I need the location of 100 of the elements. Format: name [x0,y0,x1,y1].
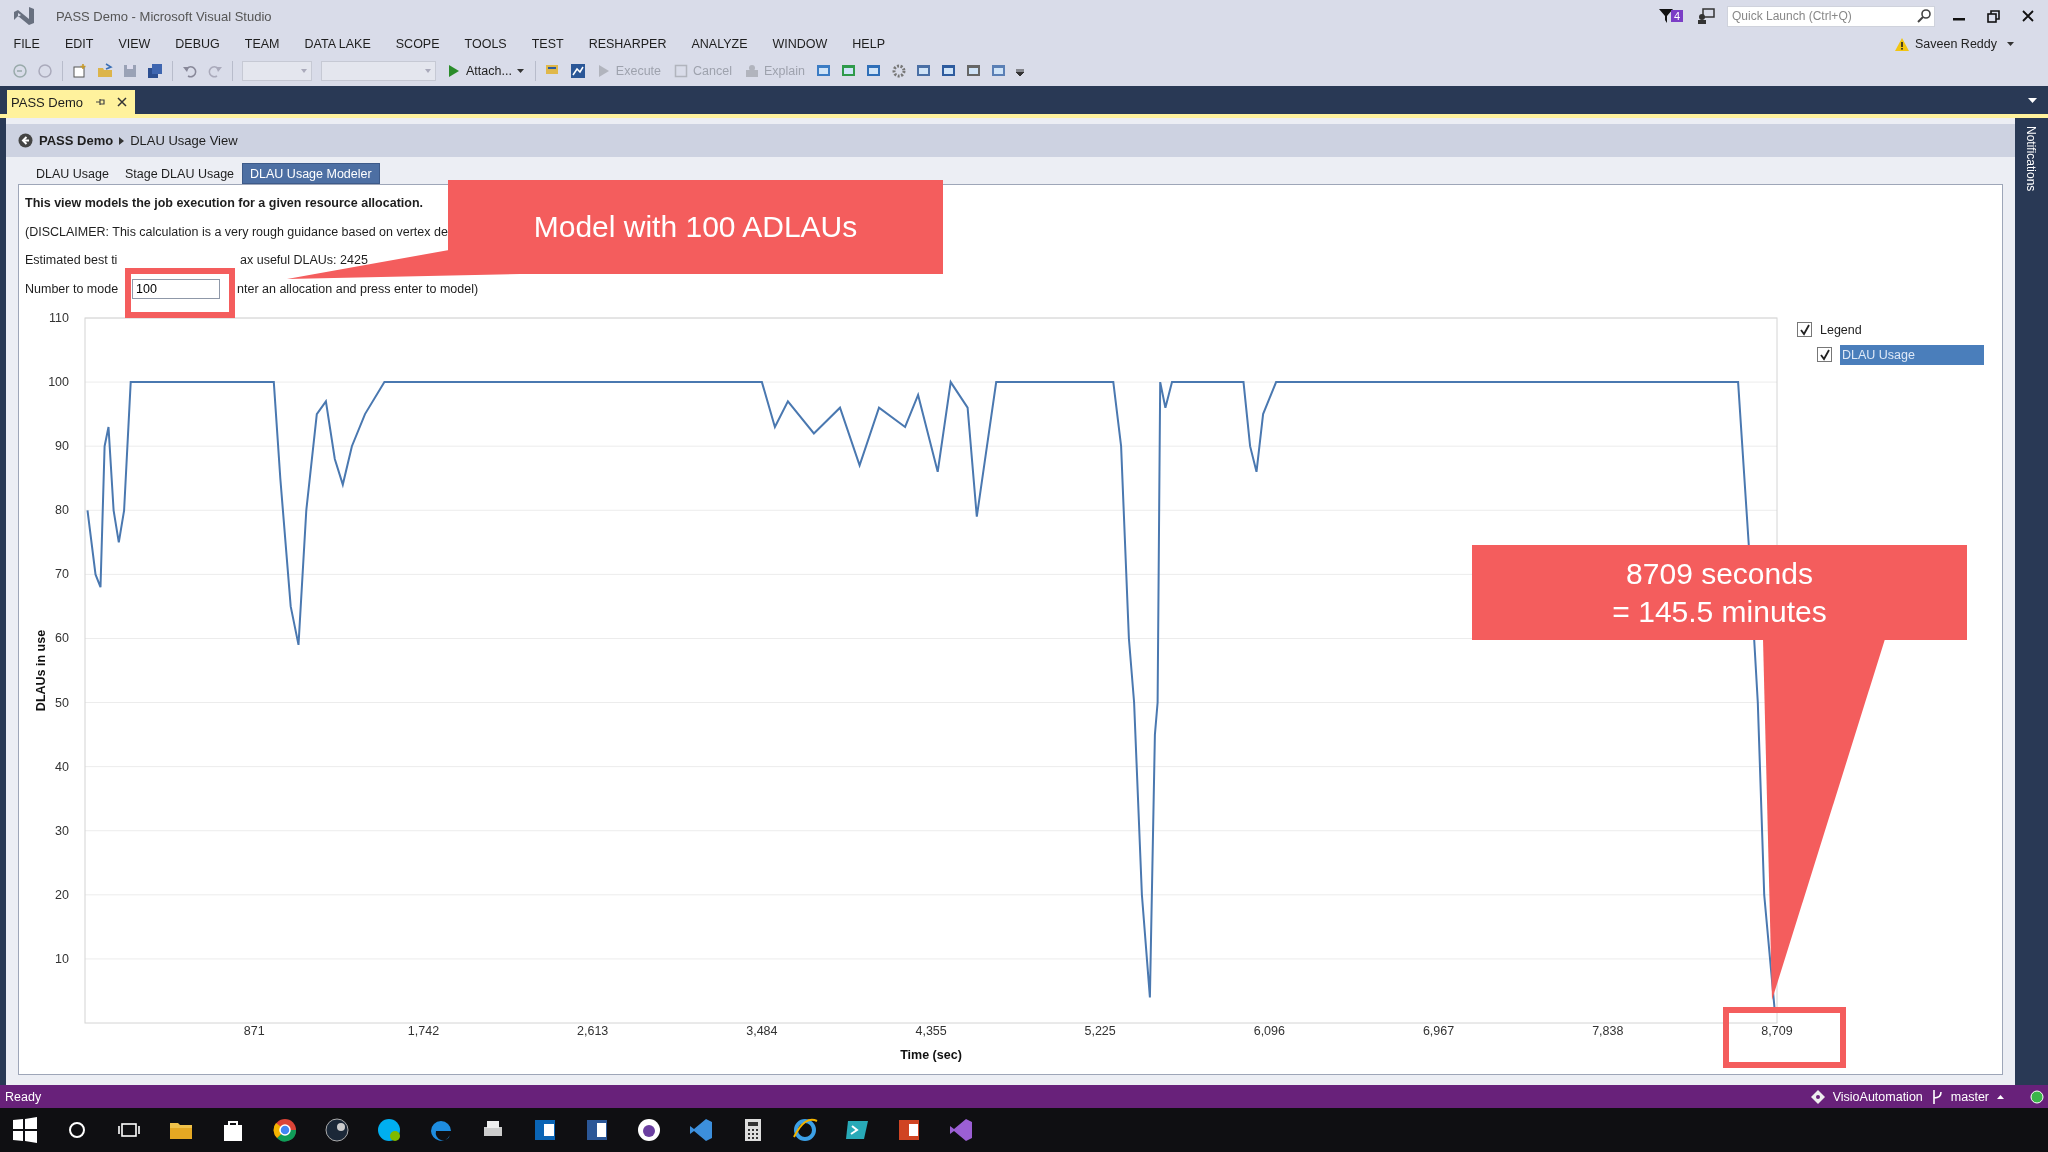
caret-icon [516,69,524,73]
estimate-text: Estimated best ti [25,253,119,268]
round-app-icon[interactable] [792,1117,818,1143]
axis-title: DLAUs in use [34,630,48,712]
menu-item[interactable]: VIEW [105,37,163,51]
callout: 8709 seconds = 145.5 minutes [1472,545,1967,640]
git-icon[interactable] [1810,1089,1825,1104]
checkbox[interactable] [1817,347,1832,363]
window-icon[interactable] [940,63,957,79]
figure-icon [744,64,759,78]
gear-icon[interactable] [890,63,907,79]
menu-item[interactable]: DEBUG [162,37,233,51]
menu-item[interactable]: DATA LAKE [292,37,384,51]
notifications-tab[interactable]: Notifications [2024,126,2038,192]
tile-icon[interactable] [532,1117,558,1143]
menu-item[interactable]: SCOPE [383,37,453,51]
tick-label: 50 [55,695,69,710]
close-icon[interactable] [2022,10,2034,22]
save-all-icon[interactable] [147,63,163,79]
feedback-icon[interactable] [1697,8,1715,24]
checkbox[interactable] [1797,322,1812,338]
stop-icon [674,64,689,78]
window-title: PASS Demo - Microsoft Visual Studio [56,8,272,24]
window-icon[interactable] [840,63,857,79]
ribbon-icon[interactable] [948,1117,974,1143]
caret-up-icon[interactable] [1997,1094,2004,1099]
branch-name[interactable]: master [1950,1089,1989,1104]
tick-label: 10 [55,952,69,967]
filter-icon[interactable] [1658,8,1673,24]
menu-item[interactable]: TEST [519,37,577,51]
window-icon[interactable] [965,63,982,79]
tick-label: 100 [48,375,69,390]
tick-label: 4,355 [915,1024,947,1039]
caret-icon[interactable] [2007,42,2014,46]
tick-label: 80 [55,503,69,518]
tick-label: 1,742 [407,1024,440,1039]
document-tab[interactable]: PASS Demo [7,90,135,114]
tick-label: 5,225 [1084,1024,1116,1039]
tick-label: 871 [243,1024,265,1039]
menu-item[interactable]: TOOLS [452,37,520,51]
tab-title: PASS Demo [11,94,83,110]
menu-item[interactable]: TEAM [232,37,293,51]
tick-label: 8,709 [1761,1024,1793,1039]
menu-item[interactable]: HELP [839,37,898,51]
tick-label: 30 [55,824,69,839]
sync-icon[interactable] [2030,1089,2044,1104]
view-tab[interactable]: Stage DLAU Usage [116,163,243,184]
tile-icon[interactable] [896,1117,922,1143]
round-app-icon[interactable] [324,1117,350,1143]
tick-label: 90 [55,439,69,454]
project-name[interactable]: VisioAutomation [1832,1089,1923,1104]
tick-label: 2,613 [577,1024,609,1039]
menu-item[interactable]: RESHARPER [576,37,679,51]
window-icon[interactable] [915,63,932,79]
breadcrumb-item: DLAU Usage View [130,133,238,148]
window-icon[interactable] [990,63,1007,79]
pin-icon[interactable] [95,97,105,107]
ribbon-icon[interactable] [688,1117,714,1143]
tile-icon[interactable] [584,1117,610,1143]
windows-logo-icon[interactable] [12,1117,38,1143]
disclaimer-text: (DISCLAIMER: This calculation is a very rough guidance based on vertex de [25,224,448,239]
chart-view-icon[interactable] [569,63,586,79]
user-name[interactable]: Saveen Reddy [1915,37,1997,51]
input-hint: nter an allocation and press enter to model) [237,282,479,297]
menu-item[interactable]: FILE [1,37,53,51]
view-tab[interactable]: DLAU Usage [28,163,117,184]
play-icon [447,64,461,78]
quick-launch-field[interactable]: Quick Launch (Ctrl+Q) [1727,5,1935,27]
dropdown-arrow-icon[interactable] [2028,98,2037,103]
window-icon[interactable] [865,63,882,79]
tick-label: 60 [55,631,69,646]
new-project-icon[interactable] [72,63,88,79]
chevron-icon [119,136,125,145]
attach-button[interactable]: Attach... [445,64,526,78]
axis-title: Time (sec) [900,1048,962,1063]
logo-icon [12,5,36,27]
round-app-icon[interactable] [376,1117,402,1143]
menu-item[interactable]: EDIT [52,37,106,51]
round-app-icon[interactable] [636,1117,662,1143]
close-icon[interactable] [117,97,127,107]
open-folder-icon[interactable] [97,63,113,79]
breadcrumb-link[interactable]: PASS Demo [39,133,114,148]
circle-app-icon[interactable] [272,1117,298,1143]
menu-item[interactable]: ANALYZE [678,37,760,51]
branch-icon[interactable] [1930,1089,1943,1104]
legend-item[interactable]: DLAU Usage [1840,344,1984,365]
description-heading: This view models the job execution for a given resource allocation. [25,196,424,211]
window-icon[interactable] [815,63,832,79]
view-tab[interactable]: DLAU Usage Modeler [242,163,380,184]
play-icon [596,64,611,78]
restore-icon[interactable] [1987,9,2000,23]
undo-icon[interactable] [182,63,198,79]
tick-label: 6,096 [1253,1024,1285,1039]
overflow-icon[interactable] [1015,66,1024,76]
back-icon[interactable] [18,133,33,148]
number-input[interactable]: 100 [132,279,220,300]
menu-item[interactable]: WINDOW [760,37,840,51]
status-text: Ready [5,1089,42,1104]
tick-label: 70 [55,567,69,582]
tick-label: 110 [49,311,69,326]
